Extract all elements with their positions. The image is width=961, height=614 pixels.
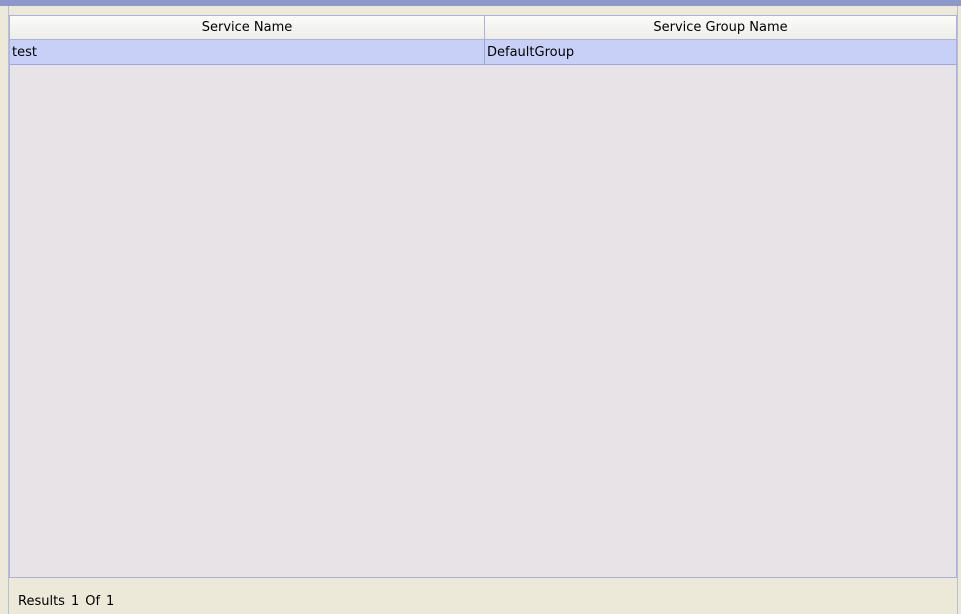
cell-service-name: test bbox=[10, 40, 485, 64]
results-of-label: Of bbox=[85, 593, 101, 609]
top-bar bbox=[0, 0, 961, 6]
column-header-label: Service Name bbox=[201, 20, 293, 35]
results-total: 1 bbox=[106, 593, 115, 609]
right-rail bbox=[957, 6, 958, 614]
column-header-label: Service Group Name bbox=[653, 20, 788, 35]
column-header-service-group-name[interactable]: Service Group Name bbox=[485, 16, 956, 39]
table-header: Service Name Service Group Name bbox=[10, 16, 956, 40]
status-bar: Results 1 Of 1 bbox=[18, 590, 618, 612]
table-row[interactable]: test DefaultGroup bbox=[10, 40, 956, 65]
results-current: 1 bbox=[70, 593, 80, 609]
column-header-service-name[interactable]: Service Name bbox=[10, 16, 485, 39]
cell-text: DefaultGroup bbox=[487, 44, 575, 60]
cell-text: test bbox=[12, 44, 37, 60]
cell-service-group-name: DefaultGroup bbox=[485, 40, 956, 64]
results-label: Results bbox=[18, 593, 65, 609]
results-panel: Service Name Service Group Name test Def… bbox=[9, 15, 957, 578]
